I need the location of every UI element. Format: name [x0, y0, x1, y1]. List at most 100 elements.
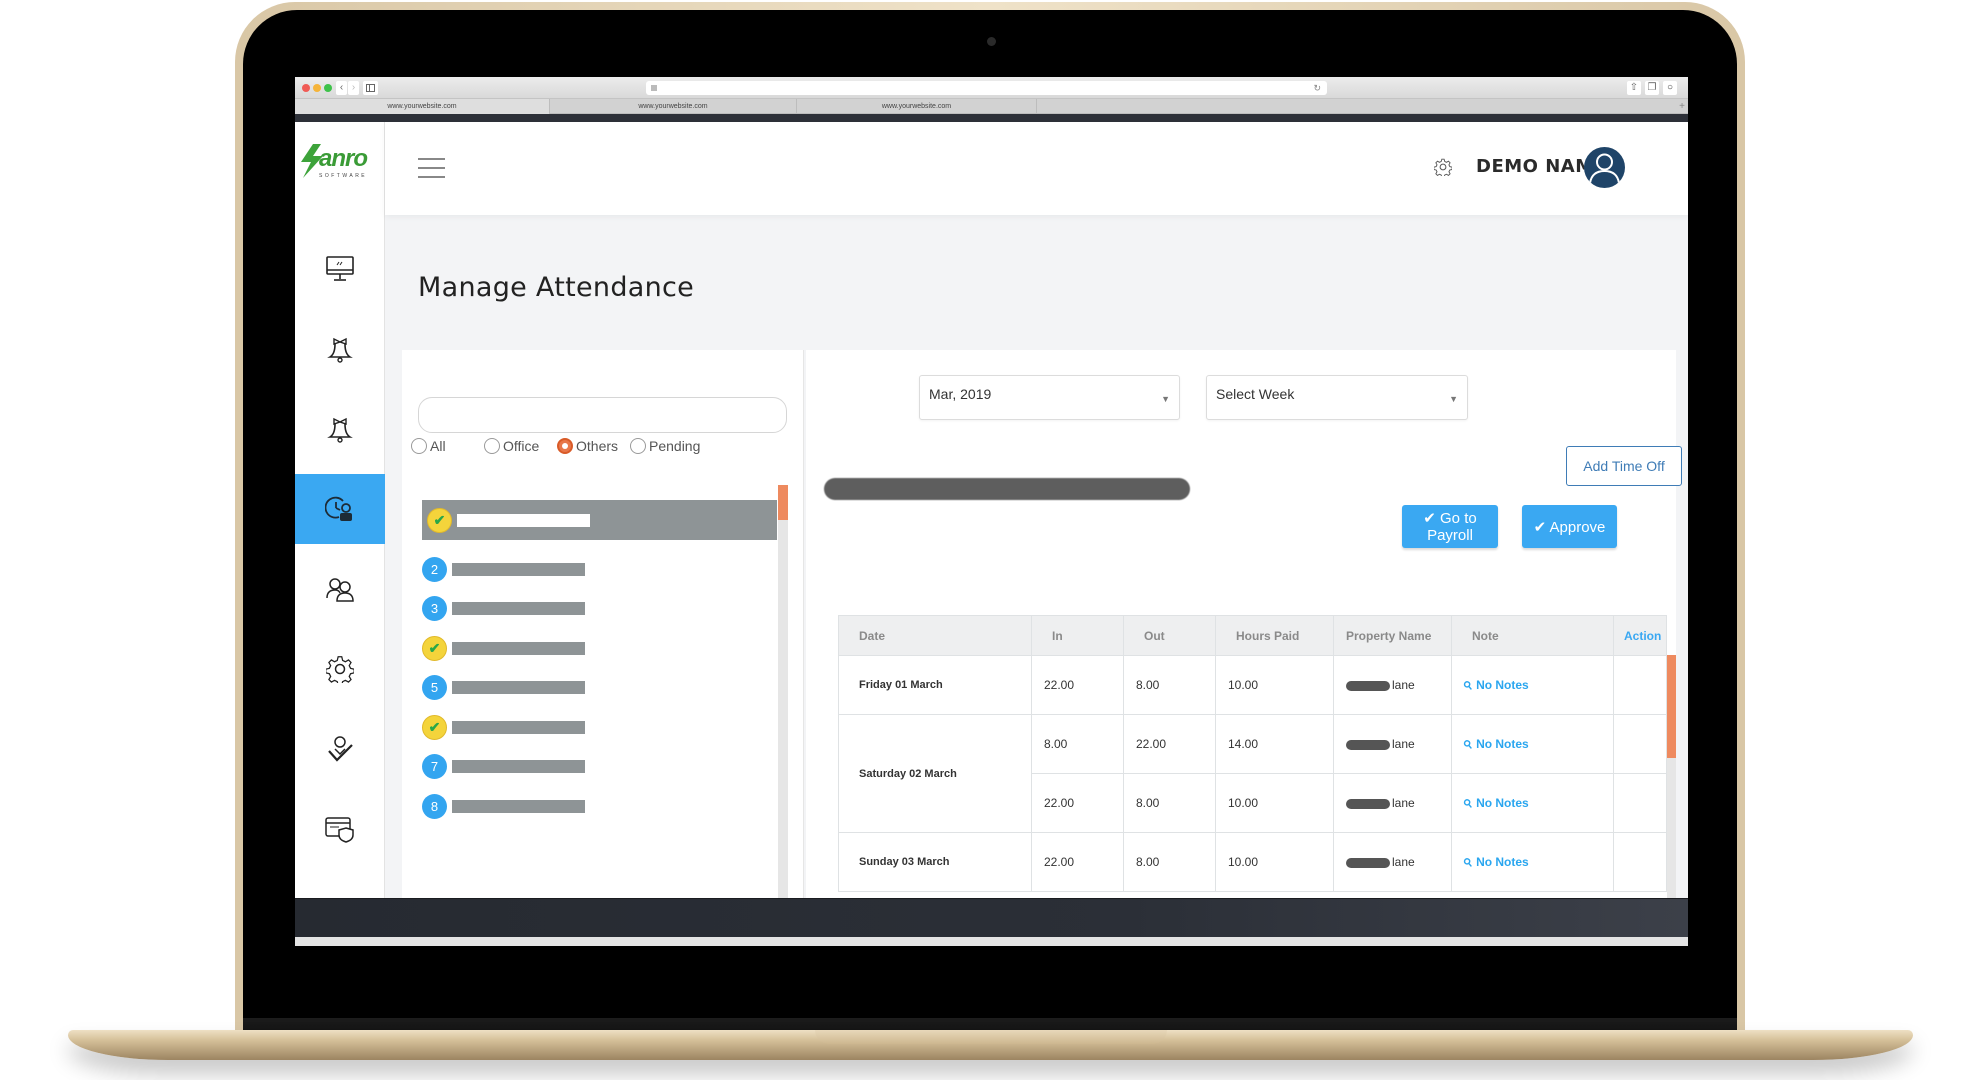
employee-list-item[interactable]: 2: [422, 549, 777, 589]
table-row[interactable]: Friday 01 March 22.00 8.00 10.00 lane ⚲No Not…: [838, 655, 1667, 715]
sidebar-item-settings[interactable]: [295, 634, 385, 704]
week-select-value: Select Week: [1216, 386, 1295, 402]
action-cell[interactable]: [1613, 773, 1667, 833]
tabs-overview-button[interactable]: ❐: [1645, 81, 1659, 95]
employee-list-item[interactable]: ✔: [422, 500, 777, 540]
employee-list-scroll-thumb[interactable]: [778, 485, 788, 520]
sidebar-item-approvals[interactable]: [295, 714, 385, 784]
browser-tab[interactable]: www.yourwebsite.com: [295, 99, 550, 114]
property-name-text: lane: [1392, 678, 1415, 692]
sidebar-item-billing[interactable]: [295, 794, 385, 864]
action-cell[interactable]: [1613, 714, 1667, 774]
table-scroll-thumb[interactable]: [1667, 655, 1676, 758]
column-header-out[interactable]: Out: [1123, 615, 1216, 656]
column-header-date[interactable]: Date: [838, 615, 1032, 656]
table-row[interactable]: Saturday 02 March 8.00 22.00 14.00 lane ⚲No N…: [838, 714, 1667, 833]
number-badge: 8: [422, 793, 447, 819]
filter-radio-others[interactable]: Others: [557, 438, 618, 454]
sidebar-item-employees[interactable]: [295, 554, 385, 624]
back-button[interactable]: ‹: [336, 81, 347, 95]
column-header-action[interactable]: Action: [1613, 615, 1667, 656]
go-to-payroll-button[interactable]: ✔ Go to Payroll: [1402, 505, 1498, 548]
action-cell[interactable]: [1613, 832, 1667, 892]
note-cell[interactable]: ⚲No Notes: [1451, 714, 1614, 774]
minimize-window-button[interactable]: [313, 84, 321, 92]
note-link[interactable]: No Notes: [1476, 855, 1529, 869]
users-icon: [326, 578, 354, 602]
check-badge-icon: ✔: [427, 507, 452, 533]
app: anro SOFTWARE DEMO NAME Manage Attendanc…: [295, 122, 1688, 898]
radio-label: Pending: [649, 438, 701, 454]
screen-bottom-strip: [295, 937, 1688, 946]
radio-button[interactable]: [411, 438, 427, 454]
menu-toggle-button[interactable]: [418, 158, 445, 178]
employee-name-redacted: [452, 562, 585, 576]
employee-list-item[interactable]: ✔: [422, 707, 777, 747]
add-time-off-button[interactable]: Add Time Off: [1566, 446, 1682, 486]
filter-radio-office[interactable]: Office: [484, 438, 539, 454]
sidebar-item-attendance[interactable]: [295, 474, 385, 544]
employee-list-item[interactable]: 8: [422, 786, 777, 826]
forward-button[interactable]: ›: [348, 81, 359, 95]
property-name-redacted: [1346, 680, 1390, 691]
table-body: Friday 01 March 22.00 8.00 10.00 lane ⚲No Not…: [838, 655, 1667, 892]
table-row[interactable]: Sunday 03 March 22.00 8.00 10.00 lane ⚲No Not…: [838, 832, 1667, 892]
note-link[interactable]: No Notes: [1476, 796, 1529, 810]
out-cell: 8.00: [1123, 832, 1216, 892]
column-header-note[interactable]: Note: [1451, 615, 1614, 656]
radio-label: All: [430, 438, 446, 454]
radio-button[interactable]: [557, 438, 573, 454]
settings-button[interactable]: [1433, 158, 1453, 178]
filter-radio-all[interactable]: All: [411, 438, 446, 454]
employee-name-redacted: [452, 759, 585, 773]
sidebar: anro SOFTWARE: [295, 122, 385, 898]
note-link[interactable]: No Notes: [1476, 678, 1529, 692]
column-header-hours-paid[interactable]: Hours Paid: [1215, 615, 1334, 656]
employee-list-item[interactable]: 5: [422, 667, 777, 707]
month-select[interactable]: Mar, 2019 ▼: [919, 375, 1180, 420]
timesheet-table: Date In Out Hours Paid Property Name Not…: [838, 615, 1667, 892]
note-link[interactable]: No Notes: [1476, 737, 1529, 751]
approve-button[interactable]: ✔ Approve: [1522, 505, 1617, 548]
browser-tab[interactable]: www.yourwebsite.com: [797, 99, 1037, 114]
note-cell[interactable]: ⚲No Notes: [1451, 773, 1614, 833]
employee-list-item[interactable]: ✔: [422, 628, 777, 668]
timesheet-table-container: Date In Out Hours Paid Property Name Not…: [838, 615, 1676, 898]
employee-list-scrollbar[interactable]: [778, 485, 788, 898]
check-badge-icon: ✔: [422, 714, 447, 740]
attendance-clock-user-icon: [325, 496, 352, 521]
in-cell: 22.00: [1031, 773, 1124, 833]
caret-down-icon: ▼: [1161, 394, 1170, 404]
employee-list-item[interactable]: 3: [422, 588, 777, 628]
employee-list-item[interactable]: 7: [422, 746, 777, 786]
sidebar-toggle-button[interactable]: [363, 81, 378, 95]
week-select[interactable]: Select Week ▼: [1206, 375, 1468, 420]
column-header-in[interactable]: In: [1031, 615, 1124, 656]
share-button[interactable]: ⇧: [1627, 81, 1641, 95]
radio-button[interactable]: [484, 438, 500, 454]
note-cell[interactable]: ⚲No Notes: [1451, 832, 1614, 892]
new-tab-button[interactable]: +: [1679, 99, 1685, 114]
action-cell[interactable]: [1613, 655, 1667, 715]
radio-button[interactable]: [630, 438, 646, 454]
logo-text: anro: [319, 145, 368, 172]
reload-icon[interactable]: ↻: [1313, 81, 1321, 95]
sidebar-icon: [366, 84, 375, 92]
avatar[interactable]: [1584, 147, 1625, 188]
column-header-property-name[interactable]: Property Name: [1333, 615, 1452, 656]
paperclip-icon: ⚲: [1461, 678, 1476, 694]
close-window-button[interactable]: [302, 84, 310, 92]
extension-button[interactable]: ○: [1663, 81, 1677, 95]
laptop-base-notch: [815, 1030, 1167, 1044]
employee-search-input[interactable]: [418, 397, 787, 433]
maximize-window-button[interactable]: [324, 84, 332, 92]
monitor-icon: [326, 256, 354, 281]
logo[interactable]: anro SOFTWARE: [295, 122, 385, 215]
address-bar[interactable]: ↻: [646, 81, 1327, 95]
sidebar-item-dashboard[interactable]: [295, 234, 385, 304]
filter-radio-pending[interactable]: Pending: [630, 438, 700, 454]
sidebar-item-alerts[interactable]: [295, 394, 385, 464]
note-cell[interactable]: ⚲No Notes: [1451, 655, 1614, 715]
sidebar-item-notifications[interactable]: [295, 314, 385, 384]
browser-tab[interactable]: www.yourwebsite.com: [550, 99, 797, 114]
